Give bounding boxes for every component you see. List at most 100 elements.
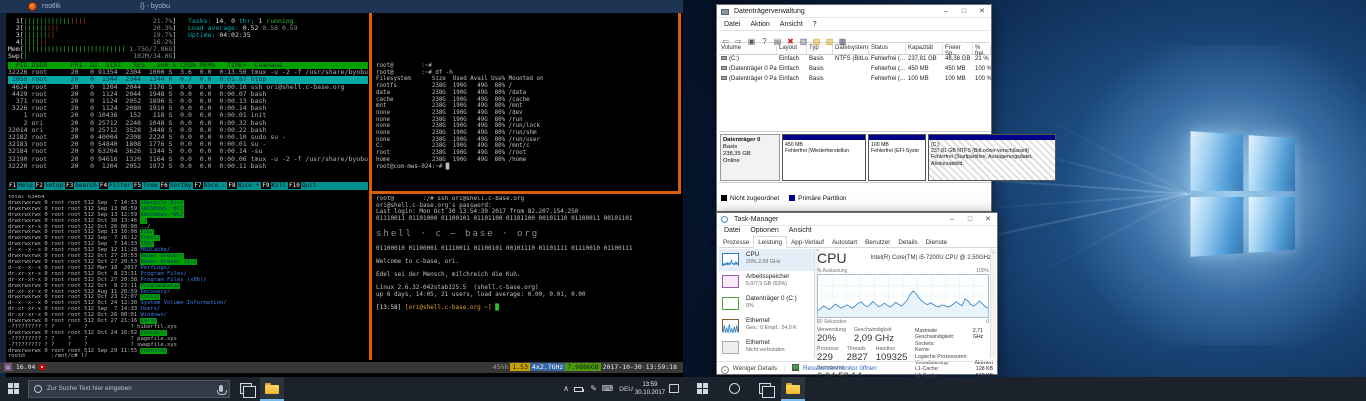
start-button[interactable] [0,377,28,401]
fkey-label[interactable]: Nice + [237,182,262,189]
task-view-button[interactable] [240,383,252,394]
tm-sidebar-item-mem[interactable]: Arbeitsspeicher5,0/7,9 GB (63%) [719,271,814,293]
fkey-number[interactable]: F5 [133,182,142,189]
tab-leistung[interactable]: Leistung [753,236,787,248]
close-button[interactable]: ✕ [979,213,997,226]
disk-column-header[interactable]: % frei [973,44,991,54]
tmux-pane-ssh[interactable]: root@ :/# ssh ori@shell.c-base.orgori@sh… [376,196,679,311]
tab-benutzer[interactable]: Benutzer [861,237,894,247]
htop-function-bar[interactable]: F1HelpF2SetupF3SearchF4FilterF5TreeF6Sor… [8,182,368,190]
task-view-button-secondary[interactable] [759,383,771,394]
tm-menu-bar[interactable]: DateiOptionenAnsicht [719,226,817,236]
fkey-number[interactable]: F8 [227,182,236,189]
partition-cell[interactable]: 450 MBFehlerfrei (Wiederherstellun [782,134,866,181]
language-indicator[interactable]: DEU [619,386,633,393]
touch-keyboard-icon[interactable]: ⌨ [601,384,613,393]
tm-tabs[interactable]: ProzesseLeistungApp-VerlaufAutostartBenu… [719,236,997,248]
start-button-secondary[interactable] [689,377,717,401]
fkey-label[interactable]: Filter [108,182,133,189]
action-center-icon[interactable] [669,384,679,393]
fkey-label[interactable]: Kill [271,182,288,189]
tab-details[interactable]: Details [894,237,921,247]
tab-autostart[interactable]: Autostart [828,237,861,247]
menu-item-datei[interactable]: Datei [719,19,745,30]
menu-item-aktion[interactable]: Aktion [745,19,774,30]
disk-table-header[interactable]: VolumeLayoutTypDateisystemStatusKapazitä… [719,44,991,55]
tmux-horizontal-border[interactable] [369,191,681,194]
tmux-pane-htop[interactable]: 1[|||||||||||||||| 21.7%] 2[||||||||| 20… [8,16,368,190]
disk-volume-row[interactable]: (Datenträger 0 Pa...EinfachBasisFehlerfr… [719,65,991,75]
close-button[interactable]: ✕ [973,5,991,18]
partition-cell[interactable]: (C:)237,81 GB NTFS (BitLocker-verschlüss… [928,134,1056,181]
maximize-button[interactable]: □ [961,213,979,226]
explorer-taskbar-button-secondary[interactable] [781,377,805,401]
tm-titlebar[interactable]: Task-Manager –□✕ [717,213,997,226]
tmux-right-border[interactable] [678,13,681,191]
search-input[interactable]: Zur Suche Text hier eingeben [28,380,230,398]
tab-dienste[interactable]: Dienste [922,237,951,247]
disk0-info-cell[interactable]: Datenträger 0 Basis 238,35 GB Online [720,134,780,181]
fkey-number[interactable]: F6 [160,182,169,189]
menu-item-?[interactable]: ? [808,19,822,30]
tm-cpu-chart[interactable] [817,274,989,318]
disk-toolbar[interactable]: ⇦⇨▣?▤✖▥▧▨▩ [719,30,989,43]
tm-resmon-link[interactable]: Ressourcenmonitor öffnen [803,365,877,372]
disk-column-header[interactable]: Layout [777,44,807,54]
minimize-button[interactable]: – [943,213,961,226]
fkey-number[interactable]: F10 [288,182,301,189]
tm-sidebar-item-eth2[interactable]: EthernetNicht verbunden [719,337,814,359]
cortana-button[interactable] [729,383,740,394]
process-row[interactable]: 32220 root 20 0 1204 2052 1972 S 0.0 0.0… [8,163,368,170]
tm-menu-ansicht[interactable]: Ansicht [784,226,817,236]
clock[interactable]: 13:59 30.10.2017 [635,381,665,397]
disk-volume-row[interactable]: (C:)EinfachBasisNTFS (BitLo...Fehlerfrei… [719,55,991,65]
disk-window-buttons[interactable]: –□✕ [937,5,991,18]
tm-menu-optionen[interactable]: Optionen [745,226,783,236]
tm-main-scrollbar[interactable]: ⌄ [990,249,996,359]
tm-less-details-button[interactable]: Weniger Details [733,365,777,372]
maximize-button[interactable]: □ [955,5,973,18]
fkey-number[interactable]: F4 [99,182,108,189]
terminal-titlebar[interactable]: rootlik {} - byobu [0,0,683,13]
fkey-label[interactable]: Search [74,182,99,189]
fkey-number[interactable]: F7 [193,182,202,189]
fkey-label[interactable]: Help [17,182,34,189]
tmux-pane-df[interactable]: root@ :~#root@ :~# df -hFilesystem Size … [376,16,676,188]
tab-prozesse[interactable]: Prozesse [719,237,753,247]
tm-sidebar-item-eth[interactable]: EthernetGes.: 0 Empf.: 24,0 K [719,315,814,337]
fkey-number[interactable]: F3 [65,182,74,189]
disk-column-header[interactable]: Freier Sp... [943,44,973,54]
fkey-label[interactable]: Tree [142,182,159,189]
tm-window-buttons[interactable]: –□✕ [943,213,997,226]
disk-column-header[interactable]: Volume [719,44,777,54]
tray-expand-chevron-icon[interactable]: ∧ [563,384,569,393]
explorer-taskbar-button[interactable] [260,377,284,401]
task-manager-window[interactable]: Task-Manager –□✕ DateiOptionenAnsicht Pr… [716,212,998,375]
disk-column-header[interactable]: Typ [807,44,833,54]
fkey-number[interactable]: F2 [35,182,44,189]
tmux-vertical-border[interactable] [369,13,372,360]
pen-icon[interactable]: ✎ [590,384,597,393]
terminal-window[interactable]: rootlik {} - byobu 1[|||||||||||||||| 21… [0,0,683,377]
disk-titlebar[interactable]: Datenträgerverwaltung –□✕ [717,5,991,18]
tm-sidebar-item-cpu[interactable]: CPU20% 2,09 GHz [719,249,814,271]
microphone-icon[interactable] [219,385,223,392]
minimize-button[interactable]: – [937,5,955,18]
fkey-label[interactable]: Setup [44,182,65,189]
disk-column-header[interactable]: Dateisystem [833,44,869,54]
tab-app-verlauf[interactable]: App-Verlauf [787,237,828,247]
fkey-number[interactable]: F1 [8,182,17,189]
fkey-label[interactable]: Nice - [203,182,228,189]
tm-sidebar-item-disk[interactable]: Datenträger 0 (C:)0% [719,293,814,315]
fkey-label[interactable]: SortBy [169,182,194,189]
disk-management-window[interactable]: Datenträgerverwaltung –□✕ DateiAktionAns… [716,4,992,212]
disk-column-header[interactable]: Kapazität [906,44,943,54]
partition-cell[interactable]: 100 MBFehlerfrei (EFI-Syste [868,134,926,181]
disk-volume-row[interactable]: (Datenträger 0 Pa...EinfachBasisFehlerfr… [719,75,991,85]
menu-item-ansicht[interactable]: Ansicht [775,19,808,30]
fkey-label[interactable]: Quit [301,182,318,189]
disk-menu-bar[interactable]: DateiAktionAnsicht? [719,19,822,30]
disk-column-header[interactable]: Status [869,44,906,54]
battery-icon[interactable] [574,387,583,392]
tm-menu-datei[interactable]: Datei [719,226,745,236]
